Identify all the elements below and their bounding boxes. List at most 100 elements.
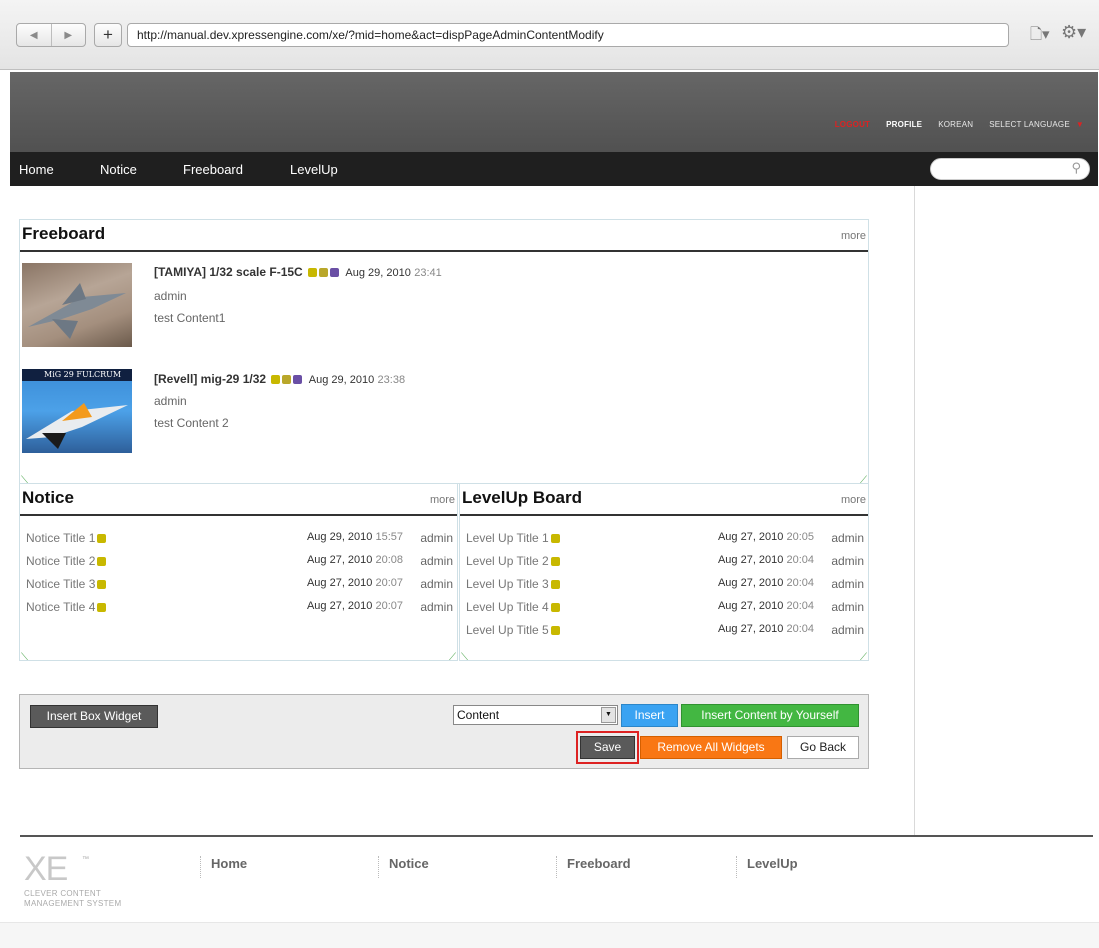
freeboard-widget[interactable]: Freeboard more [TAMIYA] 1/32 scale F-15C… xyxy=(19,219,869,486)
insert-content-yourself-button[interactable]: Insert Content by Yourself xyxy=(681,704,859,727)
list-item-title[interactable]: Notice Title 2 xyxy=(26,554,107,568)
korean-link[interactable]: KOREAN xyxy=(938,120,973,129)
list-item-date: Aug 27, 2010 20:05 xyxy=(718,531,814,543)
list-item-title-text[interactable]: Notice Title 2 xyxy=(26,554,95,568)
go-back-button[interactable]: Go Back xyxy=(787,736,859,759)
list-item-date: Aug 27, 2010 20:07 xyxy=(307,577,403,589)
search-input[interactable]: ⚲ xyxy=(930,158,1090,180)
list-item-day: Aug 27, 2010 xyxy=(717,554,784,566)
list-item-time: 20:08 xyxy=(375,554,403,566)
levelup-widget[interactable]: LevelUp Board more Level Up Title 1 Aug … xyxy=(459,483,869,663)
list-item-title-text[interactable]: Level Up Title 5 xyxy=(466,623,549,637)
list-item[interactable]: Level Up Title 3 Aug 27, 2010 20:04 admi… xyxy=(466,577,864,595)
list-item-date: Aug 27, 2010 20:08 xyxy=(307,554,403,566)
list-item-title[interactable]: Level Up Title 1 xyxy=(466,531,560,545)
save-button[interactable]: Save xyxy=(580,736,635,759)
search-icon[interactable]: ⚲ xyxy=(1071,160,1081,176)
updated-icon xyxy=(550,603,560,612)
more-link[interactable]: more xyxy=(841,230,866,242)
footer-nav-levelup[interactable]: LevelUp xyxy=(736,856,798,878)
post-title-text[interactable]: [Revell] mig-29 1/32 xyxy=(154,372,266,386)
list-item-title-text[interactable]: Level Up Title 4 xyxy=(466,600,549,614)
insert-button[interactable]: Insert xyxy=(621,704,678,727)
list-item-title-text[interactable]: Notice Title 3 xyxy=(26,577,95,591)
list-item-title[interactable]: Level Up Title 5 xyxy=(466,623,560,637)
resize-handle-icon[interactable]: ⟋ xyxy=(860,652,867,663)
list-item-day: Aug 29, 2010 xyxy=(306,531,373,543)
footer-nav-freeboard[interactable]: Freeboard xyxy=(556,856,631,878)
list-item-date: Aug 27, 2010 20:07 xyxy=(307,600,403,612)
history-buttons: ◀ ▶ xyxy=(16,23,86,47)
xe-logo[interactable]: XE xyxy=(24,852,68,886)
list-item[interactable]: Notice Title 1 Aug 29, 2010 15:57 admin xyxy=(26,531,453,549)
list-item[interactable]: Notice Title 3 Aug 27, 2010 20:07 admin xyxy=(26,577,453,595)
footer-divider xyxy=(20,835,1093,837)
resize-handle-icon[interactable]: ⟍ xyxy=(461,652,468,663)
nav-home[interactable]: Home xyxy=(19,162,54,177)
back-arrow-icon[interactable]: ◀ xyxy=(17,24,52,46)
notice-widget[interactable]: Notice more Notice Title 1 Aug 29, 2010 … xyxy=(19,483,458,663)
list-item-title-text[interactable]: Level Up Title 3 xyxy=(466,577,549,591)
list-item-time: 20:07 xyxy=(375,577,403,589)
list-item-time: 20:07 xyxy=(375,600,403,612)
forward-arrow-icon[interactable]: ▶ xyxy=(52,24,86,46)
title-divider xyxy=(20,514,457,516)
widget-type-select[interactable]: Content ▼ xyxy=(453,705,618,725)
list-item-title[interactable]: Notice Title 1 xyxy=(26,531,107,545)
select-language-dropdown[interactable]: SELECT LANGUAGE ▼ xyxy=(989,120,1084,129)
nav-freeboard[interactable]: Freeboard xyxy=(183,162,243,177)
logout-link[interactable]: LOGOUT xyxy=(835,120,870,129)
address-bar[interactable]: http://manual.dev.xpressengine.com/xe/?m… xyxy=(127,23,1009,47)
gear-icon[interactable]: ⚙▾ xyxy=(1061,22,1086,43)
list-item-title[interactable]: Level Up Title 2 xyxy=(466,554,560,568)
post-thumbnail[interactable] xyxy=(22,263,132,347)
more-link[interactable]: more xyxy=(430,494,455,506)
nav-notice[interactable]: Notice xyxy=(100,162,137,177)
post-title[interactable]: [Revell] mig-29 1/32 Aug 29, 2010 23:38 xyxy=(154,372,405,386)
select-language-label: SELECT LANGUAGE xyxy=(989,120,1070,129)
updated-icon xyxy=(550,626,560,635)
list-item-day: Aug 27, 2010 xyxy=(717,531,784,543)
list-item-title[interactable]: Notice Title 3 xyxy=(26,577,107,591)
list-item[interactable]: Notice Title 2 Aug 27, 2010 20:08 admin xyxy=(26,554,453,572)
post-time: 23:38 xyxy=(377,374,406,386)
list-item[interactable]: Level Up Title 1 Aug 27, 2010 20:05 admi… xyxy=(466,531,864,549)
list-item[interactable]: Level Up Title 4 Aug 27, 2010 20:04 admi… xyxy=(466,600,864,618)
add-bookmark-button[interactable]: + xyxy=(94,23,122,47)
list-item[interactable]: Level Up Title 2 Aug 27, 2010 20:04 admi… xyxy=(466,554,864,572)
trademark-mark: ™ xyxy=(82,856,89,863)
resize-handle-icon[interactable]: ⟍ xyxy=(21,652,28,663)
list-item-title[interactable]: Level Up Title 3 xyxy=(466,577,560,591)
list-item-day: Aug 27, 2010 xyxy=(717,577,784,589)
list-item-title-text[interactable]: Notice Title 4 xyxy=(26,600,95,614)
footer-nav-notice[interactable]: Notice xyxy=(378,856,429,878)
page-icon[interactable]: 🗋▾ xyxy=(1030,24,1050,49)
title-divider xyxy=(20,250,868,252)
updated-icon xyxy=(308,268,318,277)
image-icon xyxy=(319,268,329,277)
list-item-title[interactable]: Notice Title 4 xyxy=(26,600,107,614)
more-link[interactable]: more xyxy=(841,494,866,506)
updated-icon xyxy=(97,534,107,543)
post-title-text[interactable]: [TAMIYA] 1/32 scale F-15C xyxy=(154,265,303,279)
footer-nav-home[interactable]: Home xyxy=(200,856,247,878)
image-icon xyxy=(282,375,292,384)
post-thumbnail[interactable]: MiG 29 FULCRUM xyxy=(22,369,132,453)
nav-levelup[interactable]: LevelUp xyxy=(290,162,338,177)
list-item[interactable]: Level Up Title 5 Aug 27, 2010 20:04 admi… xyxy=(466,623,864,641)
chevron-down-icon[interactable]: ▼ xyxy=(601,707,616,723)
list-item-time: 20:04 xyxy=(786,577,814,589)
profile-link[interactable]: PROFILE xyxy=(886,120,922,129)
resize-handle-icon[interactable]: ⟋ xyxy=(449,652,456,663)
insert-box-widget-button[interactable]: Insert Box Widget xyxy=(30,705,158,728)
post-time: 23:41 xyxy=(414,267,442,279)
list-item-title-text[interactable]: Level Up Title 1 xyxy=(466,531,549,545)
list-item-title-text[interactable]: Level Up Title 2 xyxy=(466,554,549,568)
account-links: LOGOUT PROFILE KOREAN SELECT LANGUAGE ▼ xyxy=(835,120,1084,129)
post-title[interactable]: [TAMIYA] 1/32 scale F-15C Aug 29, 2010 2… xyxy=(154,265,442,279)
remove-all-widgets-button[interactable]: Remove All Widgets xyxy=(640,736,782,759)
list-item-title-text[interactable]: Notice Title 1 xyxy=(26,531,95,545)
widget-control-bar: Insert Box Widget Content ▼ Insert Inser… xyxy=(19,694,869,769)
list-item[interactable]: Notice Title 4 Aug 27, 2010 20:07 admin xyxy=(26,600,453,618)
list-item-title[interactable]: Level Up Title 4 xyxy=(466,600,560,614)
